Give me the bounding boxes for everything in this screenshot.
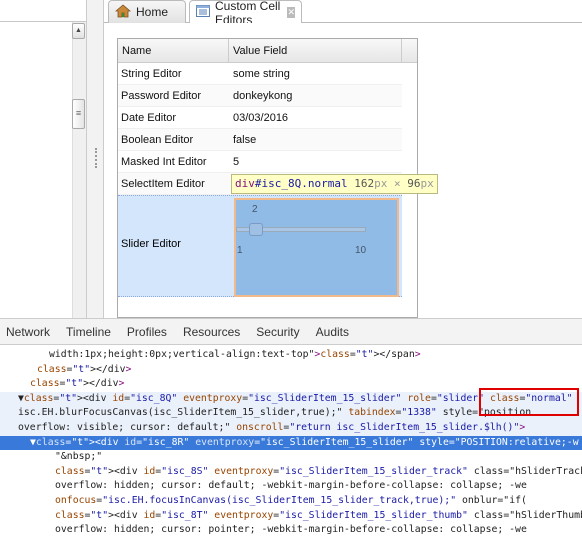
table-row[interactable]: Boolean Editor false [118,129,402,151]
dom-node-line[interactable]: onfocus="isc.EH.focusInCanvas(isc_Slider… [0,494,582,509]
row-name: Slider Editor [121,238,181,250]
slider-max-label: 10 [355,245,367,256]
dom-node-line[interactable]: class="t"></div> [0,363,582,378]
slider-thumb[interactable] [249,223,264,236]
dom-node-line[interactable]: class="t"><div id="isc_8S" eventproxy="i… [0,465,582,480]
slider-min-label: 1 [237,245,243,256]
row-value[interactable]: some string [229,63,402,84]
elements-tree: width:1px;height:0px;vertical-align:text… [0,345,582,536]
tooltip-unit: px [420,177,434,190]
dom-node-line[interactable]: overflow: visible; cursor: default;" ons… [0,421,582,436]
row-value[interactable]: 03/03/2016 [229,107,402,128]
devtools-tab-audits[interactable]: Audits [316,325,349,339]
grid-header: Name Value Field [118,39,417,63]
devtools-tab-security[interactable]: Security [256,325,299,339]
inspect-tooltip: div#isc_8Q.normal 162px × 96px [231,174,438,194]
scroll-up-button[interactable]: ▲ [72,23,85,39]
header-spacer [402,39,417,63]
table-row[interactable]: String Editor some string [118,63,402,85]
row-value[interactable]: donkeykong [229,85,402,106]
tab-custom-cell-editors[interactable]: Custom Cell Editors ✕ [189,0,302,27]
table-row[interactable]: Masked Int Editor 5 [118,151,402,173]
devtools-tab-resources[interactable]: Resources [183,325,240,339]
tooltip-width: 162 [354,177,375,190]
row-name: Masked Int Editor [121,156,207,168]
tooltip-tag: div [235,177,255,190]
splitter-grip-icon [95,148,97,168]
devtools-tab-network[interactable]: Network [6,325,50,339]
slider-value: 2 [252,204,258,215]
row-name: Boolean Editor [121,134,194,146]
devtools-tab-bar: Network Timeline Profiles Resources Secu… [0,318,582,345]
devtools-tab-timeline[interactable]: Timeline [66,325,111,339]
column-header-name[interactable]: Name [118,39,229,63]
row-value[interactable]: false [229,129,402,150]
highlight-box [479,388,579,416]
list-icon [196,5,210,20]
tab-label: Home [136,5,169,19]
tooltip-height: 96 [407,177,421,190]
scrollbar-thumb[interactable]: ≡ [72,99,85,129]
table-row[interactable]: Password Editor donkeykong [118,85,402,107]
slider-editor[interactable]: 2 1 10 [234,198,399,297]
row-name: Password Editor [121,90,202,102]
dom-node-line[interactable]: "&nbsp;" [0,450,582,465]
devtools-tab-profiles[interactable]: Profiles [127,325,167,339]
dom-node-line[interactable]: overflow: hidden; cursor: default; -webk… [0,479,582,494]
close-icon[interactable]: ✕ [287,7,295,18]
column-header-value[interactable]: Value Field [229,39,402,63]
row-value[interactable]: 5 [229,151,402,172]
dom-node-line[interactable]: class="t"><div id="isc_8T" eventproxy="i… [0,509,582,524]
dom-node-line[interactable]: width:1px;height:0px;vertical-align:text… [0,348,582,363]
vertical-scrollbar[interactable] [72,22,86,318]
tooltip-class: .normal [301,177,348,190]
tooltip-unit: px [374,177,388,190]
row-name: Date Editor [121,112,177,124]
dom-node-line[interactable]: ▼class="t"><div id="isc_8R" eventproxy="… [0,435,582,451]
tab-home[interactable]: Home [108,0,186,23]
tooltip-times: × [393,177,401,190]
tooltip-id: #isc_8Q [254,177,302,190]
table-row-slider[interactable]: Slider Editor 2 1 10 [118,195,402,297]
row-name: SelectItem Editor [121,178,205,190]
row-name: String Editor [121,68,182,80]
table-row[interactable]: Date Editor 03/03/2016 [118,107,402,129]
home-icon [114,3,132,21]
